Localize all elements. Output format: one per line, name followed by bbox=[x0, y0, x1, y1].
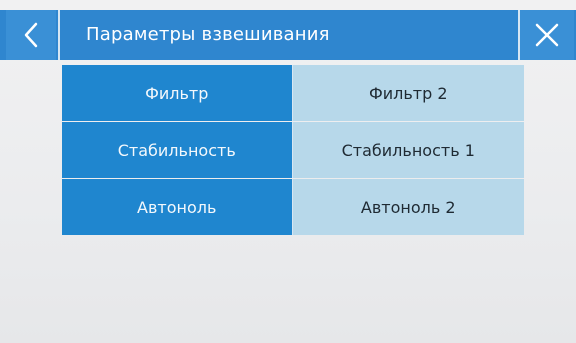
weighing-parameters-screen: Параметры взвешивания Фильтр Фильтр 2 Ст… bbox=[0, 0, 576, 343]
autozero-label: Автоноль bbox=[62, 179, 292, 235]
setting-row-filter: Фильтр Фильтр 2 bbox=[62, 65, 524, 121]
close-icon bbox=[535, 23, 559, 47]
page-title: Параметры взвешивания bbox=[86, 24, 330, 45]
stability-value-button[interactable]: Стабильность 1 bbox=[291, 122, 524, 178]
autozero-value-button[interactable]: Автоноль 2 bbox=[291, 179, 524, 235]
stability-label: Стабильность bbox=[62, 122, 292, 178]
chevron-left-icon bbox=[24, 22, 38, 48]
filter-value-button[interactable]: Фильтр 2 bbox=[291, 65, 524, 121]
divider bbox=[58, 10, 60, 60]
back-button[interactable] bbox=[6, 10, 56, 60]
setting-row-autozero: Автоноль Автоноль 2 bbox=[62, 179, 524, 235]
setting-row-stability: Стабильность Стабильность 1 bbox=[62, 122, 524, 178]
close-button[interactable] bbox=[520, 10, 574, 60]
filter-label: Фильтр bbox=[62, 65, 292, 121]
top-bar: Параметры взвешивания bbox=[0, 10, 576, 60]
settings-table: Фильтр Фильтр 2 Стабильность Стабильност… bbox=[62, 65, 524, 235]
